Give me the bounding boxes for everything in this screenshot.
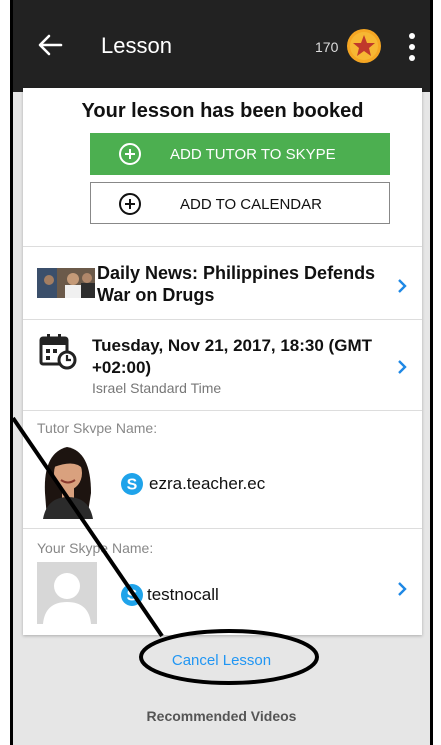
add-to-calendar-label: ADD TO CALENDAR — [180, 196, 322, 213]
tutor-avatar — [37, 433, 97, 519]
cancel-lesson-link[interactable]: Cancel Lesson — [13, 652, 430, 669]
add-tutor-to-skype-label: ADD TUTOR TO SKYPE — [170, 146, 336, 163]
booked-heading: Your lesson has been booked — [81, 100, 364, 122]
svg-text:S: S — [127, 588, 138, 605]
add-to-calendar-button[interactable]: ADD TO CALENDAR — [90, 182, 390, 224]
chevron-right-icon[interactable] — [396, 358, 408, 376]
lesson-title[interactable]: Daily News: Philippines Defends War on D… — [97, 262, 387, 306]
chevron-right-icon[interactable] — [396, 580, 408, 598]
svg-text:S: S — [127, 477, 138, 494]
divider — [23, 246, 422, 247]
skype-icon: S — [121, 473, 143, 495]
page-title: Lesson — [101, 33, 172, 58]
your-skype-label: Your Skype Name: — [37, 540, 154, 556]
more-vert-icon[interactable] — [407, 32, 417, 62]
divider — [23, 319, 422, 320]
recommended-videos-heading: Recommended Videos — [146, 708, 297, 724]
arrow-left-icon[interactable] — [37, 30, 63, 60]
lesson-thumbnail[interactable] — [37, 268, 95, 298]
divider — [23, 410, 422, 411]
phone-frame: Lesson 170 Your lesson has been booked A… — [0, 0, 441, 745]
lesson-timezone: Israel Standard Time — [92, 380, 222, 396]
lesson-card: Your lesson has been booked ADD TUTOR TO… — [23, 88, 422, 635]
user-skype-name[interactable]: testnocall — [147, 585, 219, 605]
frame-border-right — [430, 0, 433, 745]
star-coin-icon[interactable] — [346, 28, 382, 64]
add-tutor-to-skype-button[interactable]: ADD TUTOR TO SKYPE — [90, 133, 390, 175]
plus-circle-icon — [119, 143, 141, 165]
coin-count: 170 — [315, 39, 339, 55]
screen: Lesson 170 Your lesson has been booked A… — [13, 0, 430, 745]
plus-circle-icon — [119, 193, 141, 215]
user-avatar-placeholder[interactable] — [37, 562, 97, 624]
app-bar: Lesson 170 — [13, 0, 430, 92]
chevron-right-icon[interactable] — [396, 277, 408, 295]
tutor-skype-name: ezra.teacher.ec — [149, 474, 266, 493]
lesson-datetime[interactable]: Tuesday, Nov 21, 2017, 18:30 (GMT +02:00… — [92, 335, 392, 379]
skype-icon: S — [121, 584, 143, 606]
divider — [23, 528, 422, 529]
person-icon — [43, 573, 91, 624]
calendar-clock-icon — [39, 334, 77, 370]
